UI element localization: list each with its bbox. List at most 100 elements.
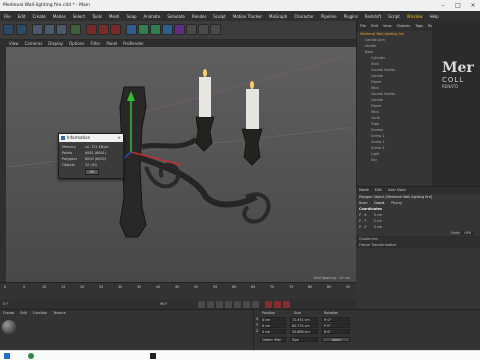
menu-item[interactable]: Render [192, 14, 206, 19]
material-swatch[interactable] [2, 320, 16, 334]
close-icon[interactable]: × [466, 0, 480, 11]
rotation-field[interactable]: B 0° [322, 329, 350, 334]
undo-icon[interactable] [3, 24, 14, 35]
material-menu-item[interactable]: Texture [53, 310, 65, 316]
record-icon[interactable] [265, 301, 272, 308]
view-menu-item[interactable]: View [9, 41, 19, 46]
menu-item[interactable]: Help [430, 14, 439, 19]
attr-value[interactable]: 0 cm [374, 225, 382, 229]
attribute-menu: Mode Edit User Data [356, 187, 480, 194]
view-menu-item[interactable]: Filter [90, 41, 100, 46]
view-menu-item[interactable]: Display [48, 41, 63, 46]
redo-icon[interactable] [16, 24, 27, 35]
menu-item[interactable]: Tools [92, 14, 102, 19]
tree-item[interactable]: Sky [357, 157, 432, 163]
prev-frame-icon[interactable] [216, 301, 223, 308]
attr-value[interactable]: 0 cm [373, 219, 381, 223]
position-field[interactable]: 0 cm [260, 329, 286, 334]
render-view-icon[interactable] [86, 24, 97, 35]
size-field[interactable]: 62.774 cm [290, 323, 318, 328]
menu-item[interactable]: MoGraph [269, 14, 287, 19]
menu-item[interactable]: Select [73, 14, 85, 19]
view-menu-item[interactable]: Options [69, 41, 84, 46]
material-menu-item[interactable]: Create [3, 310, 14, 316]
menu-item[interactable]: Edit [18, 14, 26, 19]
z-axis-icon[interactable] [56, 24, 67, 35]
menu-item[interactable]: Mesh [109, 14, 120, 19]
frame-start[interactable]: 0 F [3, 302, 8, 306]
timeline[interactable]: 0 5 10 15 20 25 30 35 40 45 50 55 60 65 70 75 80 85 90 [0, 282, 356, 300]
size-field[interactable]: 35.888 cm [290, 329, 318, 334]
menu-item[interactable]: Modes [53, 14, 66, 19]
next-key-icon[interactable] [243, 301, 250, 308]
attribute-menu-item[interactable]: User Data [388, 187, 406, 194]
menu-item[interactable]: Script [388, 14, 400, 19]
attribute-menu-item[interactable]: Edit [375, 187, 382, 194]
render-picture-icon[interactable] [98, 24, 109, 35]
menu-item[interactable]: Simulate [167, 14, 185, 19]
position-field[interactable]: 0 cm [260, 317, 286, 322]
menu-item[interactable]: Plugins [344, 14, 358, 19]
keyframe-icon[interactable] [283, 301, 290, 308]
object-menu-item[interactable]: Edit [371, 24, 378, 28]
play-icon[interactable] [225, 301, 232, 308]
view-menu-item[interactable]: Cameras [25, 41, 43, 46]
menu-item[interactable]: Pipeline [321, 14, 337, 19]
attribute-subtab[interactable]: Phong [391, 200, 402, 206]
viewport-menu: View Cameras Display Options Filter Panel ProR… [6, 40, 356, 47]
position-field[interactable]: 0 cm [260, 323, 286, 328]
object-menu-item[interactable]: Objects [397, 24, 411, 28]
floor-icon[interactable] [186, 24, 197, 35]
menu-item[interactable]: Animate [144, 14, 161, 19]
attribute-menu-item[interactable]: Mode [359, 187, 369, 194]
x-axis-icon[interactable] [32, 24, 43, 35]
view-menu-item[interactable]: ProRender [123, 41, 144, 46]
menu-item[interactable]: File [4, 14, 11, 19]
y-axis-icon[interactable] [44, 24, 55, 35]
size-mode-select[interactable]: Size [290, 337, 318, 342]
ok-button[interactable]: OK [85, 169, 99, 175]
object-menu-item[interactable]: File [360, 24, 366, 28]
menu-item[interactable]: Window [407, 14, 423, 19]
menu-item[interactable]: Create [32, 14, 45, 19]
attr-value[interactable]: 0 cm [374, 213, 382, 217]
rotation-field[interactable]: H 0° [322, 317, 350, 322]
maximize-icon[interactable]: □ [451, 0, 465, 11]
material-menu-item[interactable]: Function [33, 310, 47, 316]
object-menu-item[interactable]: View [383, 24, 392, 28]
app-icon[interactable] [28, 353, 34, 359]
start-icon[interactable] [4, 353, 10, 359]
prev-key-icon[interactable] [207, 301, 214, 308]
menu-item[interactable]: Character [294, 14, 314, 19]
material-menu-item[interactable]: Edit [20, 310, 27, 316]
coord-mode-select[interactable]: Object (Rel) [260, 337, 286, 342]
subdivision-icon[interactable] [150, 24, 161, 35]
apply-button[interactable]: Apply [322, 337, 350, 342]
next-frame-icon[interactable] [234, 301, 241, 308]
menu-item[interactable]: Redshift [365, 14, 381, 19]
frame-end[interactable]: 90 F [160, 302, 167, 306]
size-field[interactable]: 72.931 cm [290, 317, 318, 322]
light-icon[interactable] [210, 24, 221, 35]
menu-item[interactable]: Sculpt [213, 14, 226, 19]
camera-icon[interactable] [198, 24, 209, 35]
array-icon[interactable] [162, 24, 173, 35]
world-coords-icon[interactable] [70, 24, 81, 35]
object-menu-item[interactable]: Tags [415, 24, 423, 28]
dialog-close-icon[interactable]: × [118, 134, 121, 142]
menu-item[interactable]: Motion Tracker [233, 14, 262, 19]
freeze-section[interactable]: Freeze Transformation [356, 242, 480, 248]
pen-icon[interactable] [138, 24, 149, 35]
menu-item[interactable]: Snap [126, 14, 136, 19]
view-menu-item[interactable]: Panel [106, 41, 117, 46]
go-start-icon[interactable] [198, 301, 205, 308]
cinema4d-icon[interactable] [150, 353, 156, 359]
go-end-icon[interactable] [252, 301, 259, 308]
deformer-icon[interactable] [174, 24, 185, 35]
autokey-icon[interactable] [274, 301, 281, 308]
minimize-icon[interactable]: – [436, 0, 450, 11]
render-settings-icon[interactable] [110, 24, 121, 35]
cube-icon[interactable] [126, 24, 137, 35]
order-select[interactable]: HPB [461, 231, 474, 235]
rotation-field[interactable]: P 0° [322, 323, 350, 328]
